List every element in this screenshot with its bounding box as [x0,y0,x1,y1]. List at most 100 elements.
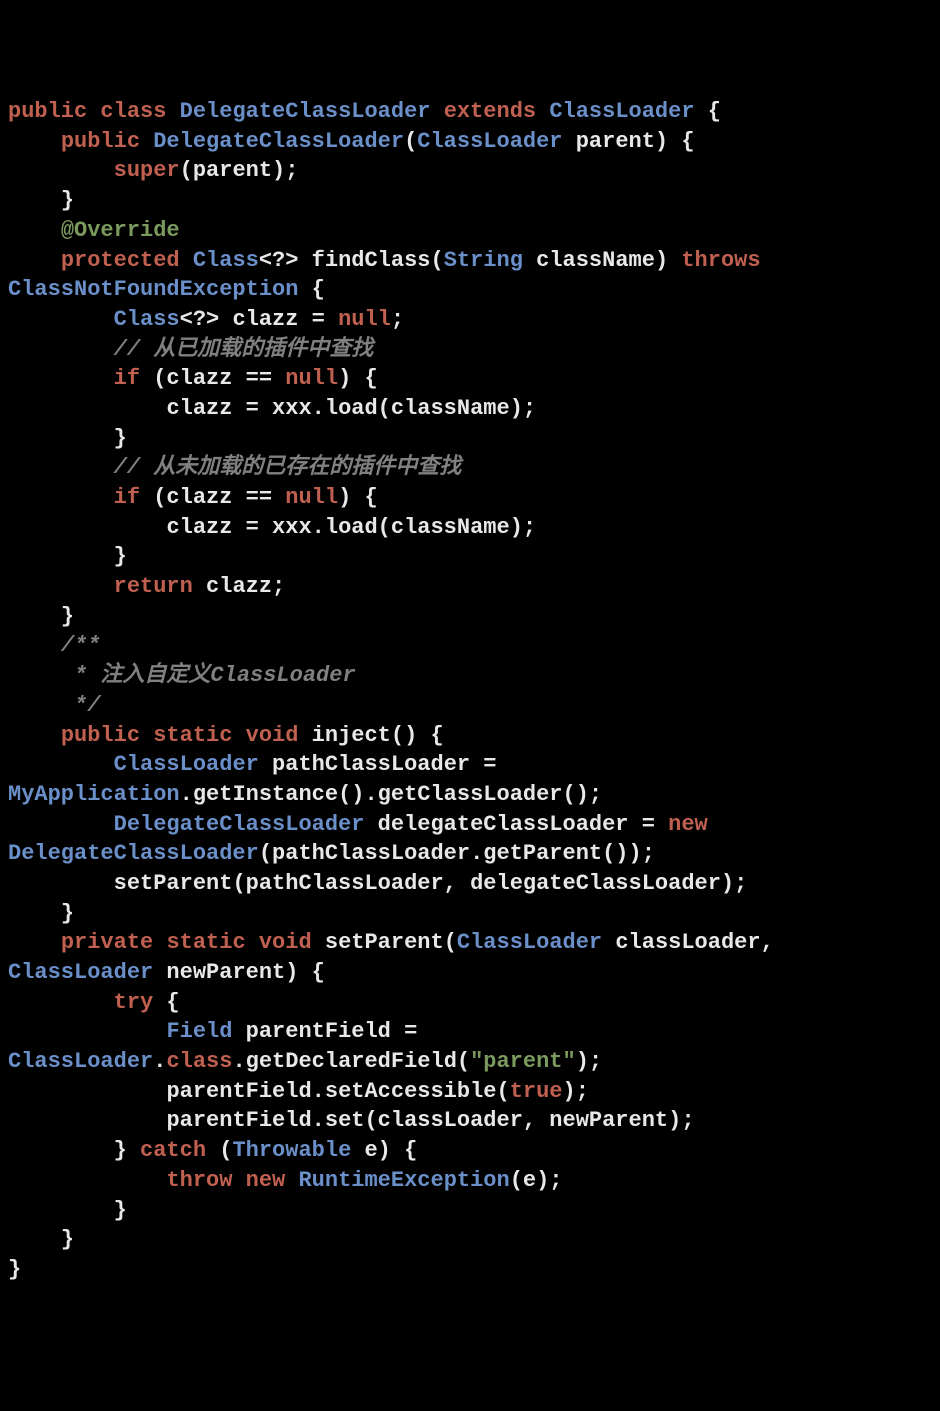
code-token [8,663,74,688]
code-token: DelegateClassLoader [114,812,365,837]
code-token: class [100,99,166,124]
code-token: parentField.set(classLoader, newParent); [8,1108,695,1133]
code-token: /** [61,633,101,658]
code-token: clazz = xxx.load(className); [8,396,536,421]
code-token: super [114,158,180,183]
code-token: } [8,1138,140,1163]
code-token: pathClassLoader = [259,752,510,777]
code-token [8,158,114,183]
code-token [246,930,259,955]
code-token: } [8,426,127,451]
code-token: MyApplication [8,782,180,807]
code-token: ClassLoader [457,930,602,955]
code-token: clazz = xxx.load(className); [8,515,536,540]
code-token [8,633,61,658]
code-token: () { [391,723,444,748]
code-token: ClassLoader [549,99,694,124]
code-token: null [285,485,338,510]
code-token [8,337,114,362]
code-token: null [285,366,338,391]
code-token [761,248,774,273]
code-token: "parent" [470,1049,576,1074]
code-token: public [61,129,140,154]
code-token: static [153,723,232,748]
code-token [8,693,74,718]
code-token: { [153,990,179,1015]
code-token [8,307,114,332]
code-token: ( [431,248,444,273]
code-token: new [246,1168,286,1193]
code-token: clazz; [193,574,285,599]
code-token: } [8,1227,74,1252]
code-token: extends [444,99,536,124]
code-token: void [246,723,299,748]
code-token: // 从已加载的插件中查找 [114,337,374,362]
code-token [8,723,61,748]
code-token: <?> [259,248,312,273]
code-token [285,1168,298,1193]
code-token: new [668,812,708,837]
code-token: catch [140,1138,206,1163]
code-token [8,218,61,243]
code-token: Class [114,307,180,332]
code-token: delegateClassLoader = [364,812,668,837]
code-token: } [8,188,74,213]
code-token: parentField = [232,1019,430,1044]
code-token [153,930,166,955]
code-token: setParent [325,930,444,955]
code-token [8,1019,166,1044]
code-token [166,99,179,124]
code-token [8,990,114,1015]
code-token: className) [523,248,681,273]
code-token: throw [166,1168,232,1193]
code-token: ( [444,930,457,955]
code-token: static [166,930,245,955]
code-token [298,723,311,748]
code-token: true [510,1079,563,1104]
code-token [430,99,443,124]
code-token: * 注入自定义ClassLoader [74,663,356,688]
code-token: ) { [338,485,378,510]
code-token: classLoader, [602,930,787,955]
code-token: newParent) { [153,960,325,985]
code-token: RuntimeException [298,1168,509,1193]
code-token: parent) { [563,129,695,154]
code-token: public [8,99,87,124]
code-token: } [8,604,74,629]
code-token: } [8,901,74,926]
code-token: @Override [61,218,180,243]
code-token: ) { [338,366,378,391]
code-token [708,812,721,837]
code-token [8,574,114,599]
code-token: { [695,99,721,124]
code-token [8,930,61,955]
code-token: void [259,930,312,955]
code-token: Throwable [232,1138,351,1163]
code-token: ClassNotFoundException [8,277,298,302]
code-token: protected [61,248,180,273]
code-token: setParent(pathClassLoader, delegateClass… [8,871,747,896]
code-token: (clazz == [140,366,285,391]
code-token [8,812,114,837]
code-token [536,99,549,124]
code-token: (pathClassLoader.getParent()); [259,841,655,866]
code-token [8,455,114,480]
code-token: ); [563,1079,589,1104]
code-token: { [298,277,324,302]
code-token [232,723,245,748]
code-token: } [8,544,127,569]
code-token: String [444,248,523,273]
code-token: (e); [510,1168,563,1193]
code-token: parentField.setAccessible( [8,1079,510,1104]
code-token: } [8,1198,127,1223]
code-token: */ [74,693,100,718]
code-token: throws [681,248,760,273]
code-token: ( [206,1138,232,1163]
code-token: ClassLoader [114,752,259,777]
code-token [87,99,100,124]
code-token [140,723,153,748]
code-token: DelegateClassLoader [180,99,431,124]
code-token [8,485,114,510]
code-token: (parent); [180,158,299,183]
code-token: . [153,1049,166,1074]
